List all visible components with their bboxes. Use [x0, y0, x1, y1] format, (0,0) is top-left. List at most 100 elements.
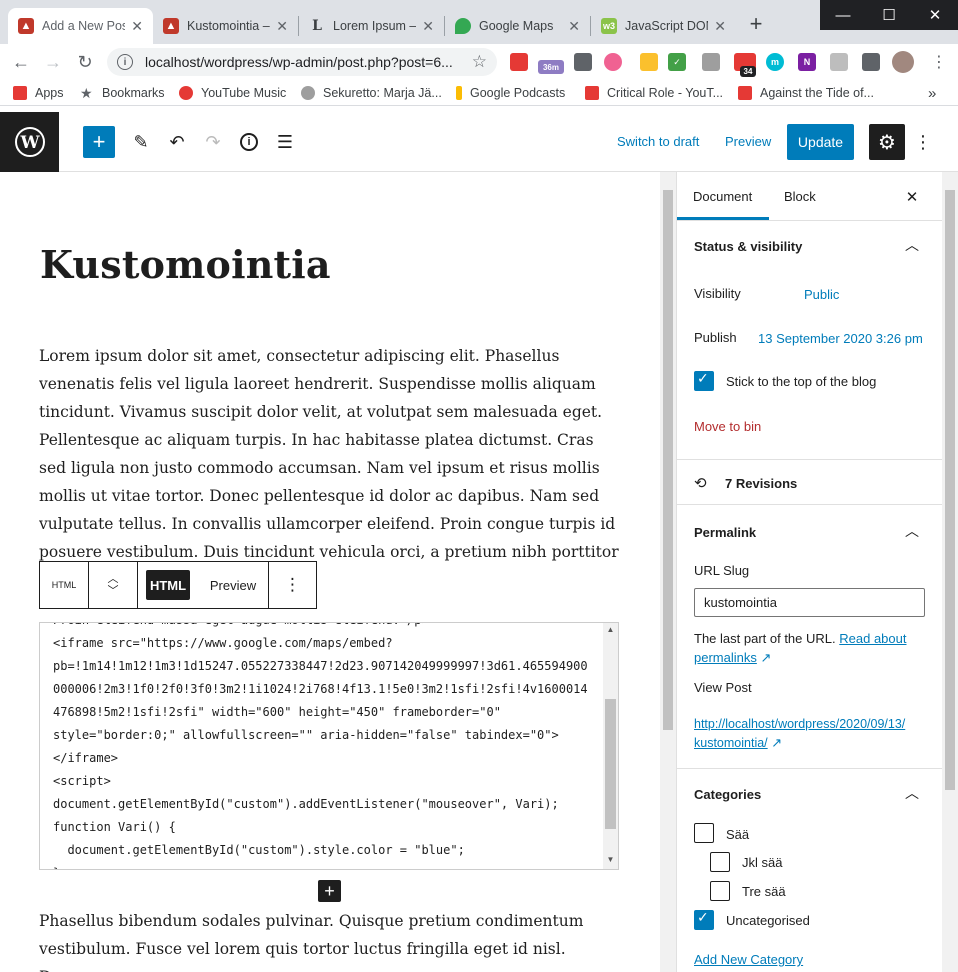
more-options-icon[interactable]: ⋮ — [914, 132, 932, 152]
view-post-url-tail[interactable]: kustomointia/ — [694, 736, 768, 750]
category-label-saa[interactable]: Sää — [726, 827, 749, 842]
forward-arrow-icon[interactable]: → — [40, 49, 66, 75]
camera-extension-icon[interactable] — [574, 53, 592, 71]
publish-date-toggle[interactable]: 13 September 2020 3:26 pm — [758, 331, 923, 346]
add-block-button[interactable]: + — [83, 126, 115, 158]
close-tab-icon[interactable]: ✕ — [131, 18, 143, 35]
bookmark-star-icon[interactable]: ☆ — [472, 52, 487, 72]
timer-extension-badge[interactable]: 36m — [538, 60, 564, 74]
extension-icon[interactable] — [510, 53, 528, 71]
visibility-toggle[interactable]: Public — [804, 287, 839, 302]
update-button[interactable]: Update — [787, 124, 854, 160]
profile-avatar[interactable] — [892, 51, 914, 73]
url-slug-input[interactable] — [694, 588, 925, 617]
minimize-window-button[interactable]: — — [820, 0, 866, 30]
close-tab-icon[interactable]: ✕ — [422, 18, 434, 35]
bookmark-sekuretto[interactable]: Sekuretto: Marja Jä... — [301, 84, 442, 102]
add-new-category-link[interactable]: Add New Category — [694, 952, 803, 967]
tab-block[interactable]: Block — [784, 189, 816, 204]
extension-icon[interactable] — [640, 53, 658, 71]
chevron-up-icon[interactable]: ︿ — [903, 784, 921, 802]
content-info-button[interactable]: i — [233, 126, 265, 158]
inserter-plus-button[interactable]: + — [318, 880, 341, 902]
editor-scrollbar[interactable] — [660, 172, 676, 972]
preview-tab-button[interactable]: Preview — [198, 562, 268, 608]
view-post-url[interactable]: http://localhost/wordpress/2020/09/13/ — [694, 717, 905, 731]
close-tab-icon[interactable]: ✕ — [714, 18, 726, 35]
category-label-jkl-saa[interactable]: Jkl sää — [742, 855, 782, 870]
checkmark-extension-icon[interactable]: ✓ — [668, 53, 686, 71]
category-checkbox-saa[interactable] — [694, 823, 714, 843]
extension-icon[interactable] — [830, 53, 848, 71]
editor-scrollbar-thumb[interactable] — [663, 190, 673, 730]
close-tab-icon[interactable]: ✕ — [276, 18, 288, 35]
reload-icon[interactable]: ↻ — [72, 49, 98, 75]
bookmark-against-the-tide[interactable]: Against the Tide of... — [738, 84, 874, 102]
custom-html-block[interactable]: Proin eleifend massa eget augue mollis e… — [39, 622, 619, 870]
preview-button[interactable]: Preview — [725, 134, 771, 149]
edit-pencil-icon[interactable]: ✎ — [125, 126, 157, 158]
bookmark-apps[interactable]: Apps — [13, 84, 64, 102]
browser-menu-icon[interactable]: ⋮ — [926, 49, 952, 75]
bookmark-youtube-music[interactable]: YouTube Music — [179, 84, 286, 102]
undo-icon[interactable]: ↶ — [161, 126, 193, 158]
scroll-up-arrow-icon[interactable]: ▲ — [603, 625, 618, 635]
categories-heading[interactable]: Categories — [694, 787, 761, 802]
block-type-html-button[interactable]: HTML — [40, 562, 88, 608]
maximize-window-button[interactable]: ☐ — [866, 0, 912, 30]
paragraph-block[interactable]: Lorem ipsum dolor sit amet, consectetur … — [39, 342, 619, 566]
permalink-heading[interactable]: Permalink — [694, 525, 756, 540]
category-checkbox-uncategorised[interactable]: ✓ — [694, 909, 714, 930]
browser-tab-google-maps[interactable]: Google Maps ✕ — [445, 8, 590, 44]
address-bar[interactable]: i localhost/wordpress/wp-admin/post.php?… — [107, 48, 497, 76]
close-window-button[interactable]: ✕ — [912, 0, 958, 30]
code-scrollbar-thumb[interactable] — [605, 699, 616, 829]
wordpress-logo-button[interactable]: W — [0, 112, 59, 172]
tab-document[interactable]: Document — [693, 189, 752, 204]
html-code-editor[interactable]: Proin eleifend massa eget augue mollis e… — [53, 623, 603, 869]
puzzle-extensions-icon[interactable] — [862, 53, 880, 71]
view-post-url-line2[interactable]: kustomointia/ ↗ — [694, 735, 782, 751]
category-checkbox-jkl-saa[interactable] — [710, 852, 730, 872]
browser-tab-add-new-post[interactable]: ▲ Add a New Pos ✕ — [8, 8, 153, 44]
scroll-down-arrow-icon[interactable]: ▼ — [603, 855, 618, 865]
code-scrollbar[interactable]: ▲ ▼ — [603, 623, 618, 869]
move-to-bin-link[interactable]: Move to bin — [694, 419, 761, 434]
chevron-up-icon[interactable]: ︿ — [903, 236, 921, 254]
onenote-extension-icon[interactable]: N — [798, 53, 816, 71]
category-label-tre-saa[interactable]: Tre sää — [742, 884, 786, 899]
chevron-down-icon[interactable]: ﹀ — [108, 585, 119, 597]
extension-icon[interactable] — [702, 53, 720, 71]
back-arrow-icon[interactable]: ← — [8, 49, 34, 75]
sidebar-scrollbar[interactable] — [942, 172, 958, 972]
close-tab-icon[interactable]: ✕ — [568, 18, 580, 35]
browser-tab-lorem-ipsum[interactable]: L Lorem Ipsum – ✕ — [299, 8, 444, 44]
more-bookmarks-button[interactable]: » — [928, 84, 936, 102]
switch-to-draft-button[interactable]: Switch to draft — [617, 134, 699, 149]
revisions-link[interactable]: 7 Revisions — [725, 476, 797, 491]
post-title[interactable]: Kustomointia — [40, 242, 331, 287]
new-tab-button[interactable]: + — [744, 11, 768, 36]
category-checkbox-tre-saa[interactable] — [710, 881, 730, 901]
settings-gear-button[interactable]: ⚙ — [869, 124, 905, 160]
browser-tab-kustomointia[interactable]: ▲ Kustomointia – ✕ — [153, 8, 298, 44]
bookmark-bookmarks[interactable]: ★ Bookmarks — [80, 84, 165, 102]
block-more-options-icon[interactable]: ⋮ — [268, 562, 316, 608]
status-visibility-heading[interactable]: Status & visibility — [694, 239, 802, 254]
bookmark-google-podcasts[interactable]: Google Podcasts — [456, 84, 565, 102]
move-block-controls[interactable]: ︿ ﹀ — [88, 562, 138, 608]
block-navigation-list-icon[interactable]: ☰ — [269, 126, 301, 158]
close-sidebar-icon[interactable]: ✕ — [903, 188, 921, 206]
sticky-label[interactable]: Stick to the top of the blog — [726, 374, 876, 389]
chevron-up-icon[interactable]: ︿ — [108, 573, 119, 585]
browser-tab-javascript-dom[interactable]: w3 JavaScript DOM ✕ — [591, 8, 736, 44]
html-tab-button[interactable]: HTML — [146, 570, 190, 600]
info-icon[interactable]: i — [117, 54, 133, 70]
extension-icon[interactable]: m — [766, 53, 784, 71]
sidebar-scrollbar-thumb[interactable] — [945, 190, 955, 790]
paragraph-block[interactable]: Phasellus bibendum sodales pulvinar. Qui… — [39, 907, 619, 972]
category-label-uncategorised[interactable]: Uncategorised — [726, 913, 810, 928]
bookmark-critical-role[interactable]: Critical Role - YouT... — [585, 84, 723, 102]
chevron-up-icon[interactable]: ︿ — [903, 522, 921, 540]
redo-icon[interactable]: ↷ — [197, 126, 229, 158]
